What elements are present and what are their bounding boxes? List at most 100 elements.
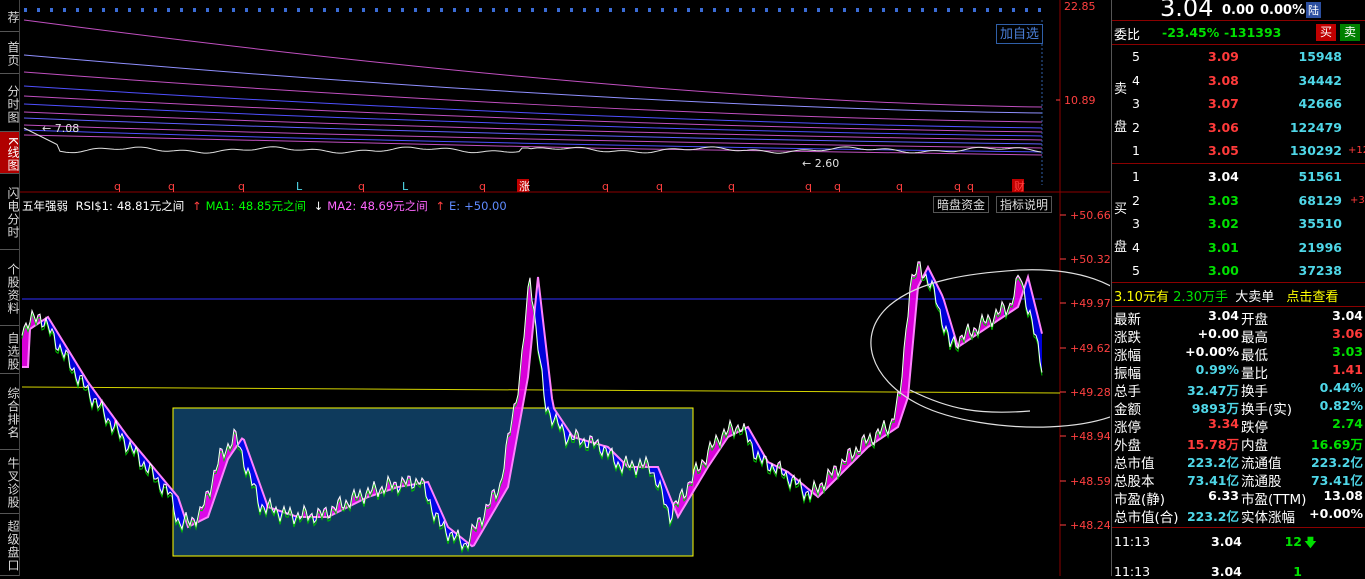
bid-side-label-1: 买 — [1114, 202, 1128, 217]
event-marker: q — [896, 180, 903, 193]
nav-item-0[interactable]: 荐 — [0, 0, 20, 32]
buy-button[interactable]: 买 — [1316, 24, 1337, 41]
nav-item-3[interactable]: K线图 — [0, 132, 20, 174]
nav-item-5[interactable]: 个股资料 — [0, 250, 20, 326]
bid-volume: 35510 — [1298, 216, 1343, 231]
sell-button[interactable]: 卖 — [1340, 24, 1361, 41]
strip-dot — [999, 8, 1002, 12]
event-marker: 财 — [1014, 179, 1025, 193]
y-tick-label: +48.59 — [1070, 475, 1110, 488]
ma1-label: MA1: — [205, 199, 235, 213]
ma-curve — [23, 124, 1043, 149]
bid-level: 2 — [1132, 192, 1140, 208]
event-marker: L — [296, 180, 303, 193]
ask-side-label-2: 盘 — [1114, 120, 1128, 135]
indicator-explain-button[interactable]: 指标说明 — [996, 196, 1053, 213]
strip-dot — [973, 8, 976, 12]
strip-dot — [635, 8, 638, 12]
stat-label-2: 开盘 — [1241, 312, 1268, 328]
stat-label: 涨幅 — [1114, 348, 1141, 364]
strip-dot — [50, 8, 53, 12]
strip-dot — [167, 8, 170, 12]
strip-dot — [193, 8, 196, 12]
y-tick-label: +49.28 — [1070, 386, 1110, 399]
ma-curve — [23, 117, 1043, 145]
bid-level: 4 — [1132, 239, 1140, 255]
strip-dot — [882, 8, 885, 12]
strip-dot — [89, 8, 92, 12]
strip-dot — [583, 8, 586, 12]
ask-level: 1 — [1132, 143, 1140, 158]
strip-dot — [596, 8, 599, 12]
stat-value-2: 0.82% — [1319, 398, 1363, 413]
strip-dot — [531, 8, 534, 12]
big-order-bar[interactable]: 3.10元有 2.30万手 大卖单 点击查看 — [1114, 286, 1338, 305]
tick-volume: 1 — [1293, 564, 1302, 579]
strip-dot — [1038, 8, 1041, 12]
stat-label-2: 量比 — [1241, 366, 1268, 382]
stat-value-2: 0.44% — [1319, 380, 1363, 395]
nav-item-7[interactable]: 综合排名 — [0, 374, 20, 450]
bid-price: 3.04 — [1208, 169, 1239, 184]
overview-chart[interactable]: 22.8510.89← 7.08← 2.60q q q Lq Lq 涨 q q q q q q q q 财 — [20, 0, 1110, 195]
strip-dot — [271, 8, 274, 12]
big-order-link[interactable]: 点击查看 — [1286, 290, 1338, 305]
chart-panel[interactable]: 22.85 10.89 ← 7.08 ← 2.60 q q q Lq Lq 涨 q q q q q q q q 财 … — [20, 0, 1110, 576]
strip-dot — [323, 8, 326, 12]
strip-dot — [258, 8, 261, 12]
strip-dot — [453, 8, 456, 12]
bid-level: 1 — [1132, 169, 1140, 184]
strip-dot — [1012, 8, 1015, 12]
stat-value: +0.00% — [1185, 344, 1239, 359]
strip-dot — [115, 8, 118, 12]
bid-volume: 68129 — [1298, 192, 1343, 208]
strip-dot — [830, 8, 833, 12]
stat-value-2: 3.04 — [1332, 308, 1363, 323]
add-favorite-button[interactable]: 加自选 — [996, 24, 1044, 44]
bid-volume: 51561 — [1298, 169, 1343, 184]
ask-price: 3.05 — [1208, 143, 1239, 158]
e-value: +50.00 — [464, 199, 507, 213]
event-marker: q — [114, 180, 121, 193]
strip-dot — [219, 8, 222, 12]
stat-label: 振幅 — [1114, 366, 1141, 382]
indicator-name: 五年强弱 — [22, 199, 68, 213]
strip-dot — [947, 8, 950, 12]
stat-value-2: 1.41 — [1332, 362, 1363, 377]
nav-item-9[interactable]: 超级盘口 — [0, 514, 20, 576]
stat-label-2: 流通股 — [1241, 474, 1282, 490]
stat-label-2: 最高 — [1241, 330, 1268, 346]
nav-item-4[interactable]: 闪电分时 — [0, 174, 20, 250]
nav-item-1[interactable]: 首页 — [0, 32, 20, 74]
tick-volume: 12 — [1284, 534, 1302, 549]
strip-dot — [843, 8, 846, 12]
stat-value: 3.04 — [1208, 308, 1239, 323]
ask-volume: 42666 — [1298, 96, 1343, 111]
nav-item-6[interactable]: 自选股 — [0, 326, 20, 374]
nav-item-2[interactable]: 分时图 — [0, 74, 20, 132]
strip-dot — [63, 8, 66, 12]
strip-dot — [180, 8, 183, 12]
indicator-chart[interactable]: +50.66 +50.32 +49.97 +49.62 +49.28 +48.94 +48.… — [20, 195, 1110, 576]
dark-pool-button[interactable]: 暗盘资金 — [933, 196, 990, 213]
event-marker: q — [358, 180, 365, 193]
nav-item-8[interactable]: 牛叉诊股 — [0, 450, 20, 514]
strip-dot — [24, 8, 27, 12]
event-marker: q — [656, 180, 663, 193]
strip-dot — [687, 8, 690, 12]
rsi-value: 48.81元之间 — [116, 199, 185, 213]
strip-dot — [505, 8, 508, 12]
ask-price: 3.07 — [1208, 96, 1239, 111]
stat-value: 223.2亿 — [1186, 509, 1239, 524]
ask-delta: +12 — [1348, 145, 1365, 156]
strip-dot — [765, 8, 768, 12]
stat-value-2: 3.03 — [1332, 344, 1363, 359]
ma-curve — [23, 85, 1043, 129]
strip-dot — [427, 8, 430, 12]
strip-dot — [401, 8, 404, 12]
strip-dot — [856, 8, 859, 12]
strip-dot — [934, 8, 937, 12]
strip-dot — [557, 8, 560, 12]
strip-dot — [570, 8, 573, 12]
stat-label: 总市值(合) — [1114, 510, 1179, 526]
